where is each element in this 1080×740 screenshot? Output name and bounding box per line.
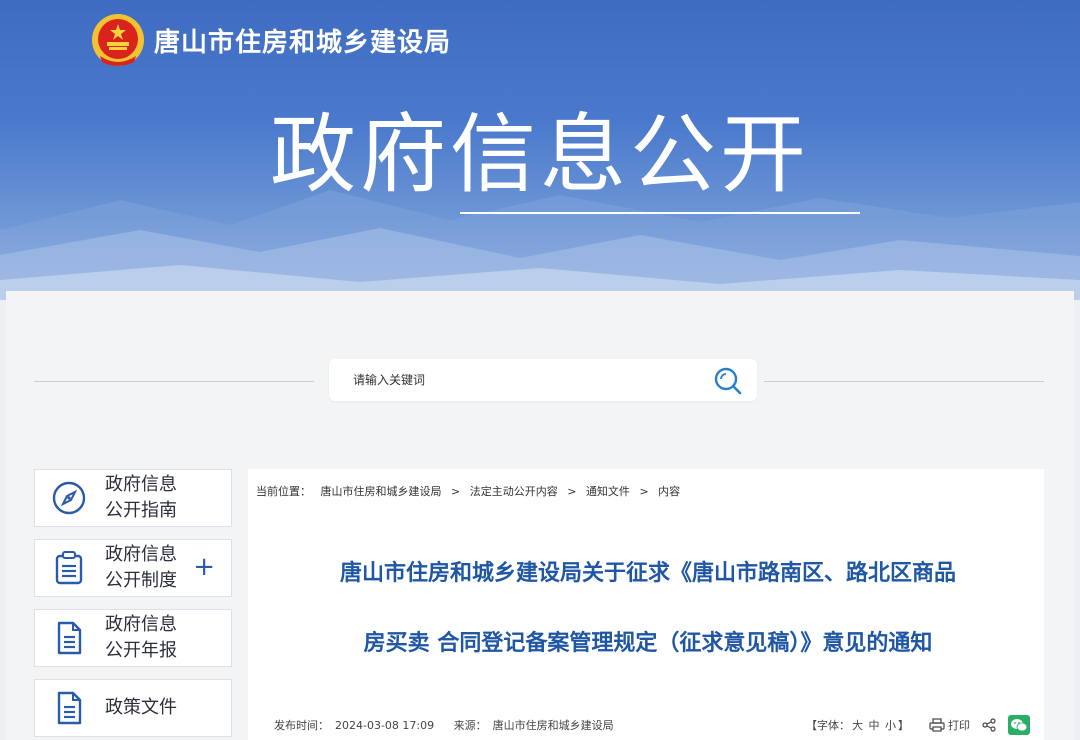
breadcrumb-separator: > xyxy=(451,485,461,498)
site-name: 唐山市住房和城乡建设局 xyxy=(154,27,452,58)
article-tools: 【字体：大 中 小】 打印 xyxy=(804,715,1030,735)
source-label: 来源： xyxy=(453,719,487,732)
publish-label: 发布时间： xyxy=(274,719,329,732)
main-content: 政府信息 公开指南 政府信息 公开制度 + xyxy=(6,291,1074,740)
sidebar-nav: 政府信息 公开指南 政府信息 公开制度 + 政府信息 公开年报 政策文件 xyxy=(34,469,232,740)
print-button[interactable]: 打印 xyxy=(929,717,970,733)
print-label: 打印 xyxy=(948,719,970,732)
sidebar-item-label: 政府信息 公开年报 xyxy=(105,614,177,661)
article-panel: 当前位置： 唐山市住房和城乡建设局 > 法定主动公开内容 > 通知文件 > 内容… xyxy=(248,469,1044,740)
breadcrumb-link[interactable]: 唐山市住房和城乡建设局 xyxy=(321,485,442,498)
publish-time: 2024-03-08 17:09 xyxy=(335,719,435,732)
search-divider-right xyxy=(764,381,1044,382)
compass-icon xyxy=(52,481,86,515)
sidebar-item-annual-report[interactable]: 政府信息 公开年报 xyxy=(34,609,232,667)
article-meta: 发布时间： 2024-03-08 17:09 来源： 唐山市住房和城乡建设局 xyxy=(274,717,620,733)
breadcrumb: 当前位置： 唐山市住房和城乡建设局 > 法定主动公开内容 > 通知文件 > 内容 xyxy=(256,483,686,499)
banner-title: 政府信息公开 xyxy=(270,105,810,205)
search-input[interactable] xyxy=(353,373,693,387)
header-banner: 唐山市住房和城乡建设局 政府信息公开 xyxy=(0,0,1080,300)
font-large-button[interactable]: 大 xyxy=(852,719,863,732)
sidebar-item-label: 政府信息 公开指南 xyxy=(105,474,177,521)
banner-underline xyxy=(460,212,860,214)
breadcrumb-link[interactable]: 通知文件 xyxy=(586,485,630,498)
wechat-icon[interactable] xyxy=(1008,715,1030,735)
national-emblem-icon xyxy=(92,14,144,66)
document-icon xyxy=(57,621,82,655)
sidebar-item-disclosure-guide[interactable]: 政府信息 公开指南 xyxy=(34,469,232,527)
search-divider-left xyxy=(34,381,314,382)
share-icon[interactable] xyxy=(982,718,996,732)
search-icon[interactable] xyxy=(713,366,743,396)
printer-icon xyxy=(929,718,945,732)
expand-plus-icon[interactable]: + xyxy=(193,552,215,582)
font-size-control: 【字体：大 中 小】 xyxy=(806,719,909,732)
font-medium-button[interactable]: 中 xyxy=(869,719,880,732)
breadcrumb-current: 内容 xyxy=(658,485,681,498)
search-box xyxy=(329,359,757,401)
document-icon xyxy=(57,691,82,725)
sidebar-item-label: 政策文件 xyxy=(105,697,177,718)
breadcrumb-link[interactable]: 法定主动公开内容 xyxy=(470,485,558,498)
sidebar-item-disclosure-system[interactable]: 政府信息 公开制度 + xyxy=(34,539,232,597)
clipboard-list-icon xyxy=(55,551,83,585)
sidebar-item-label: 政府信息 公开制度 xyxy=(105,544,177,591)
font-small-button[interactable]: 小 xyxy=(885,719,896,732)
breadcrumb-prefix: 当前位置： xyxy=(256,485,311,498)
breadcrumb-separator: > xyxy=(567,485,577,498)
sidebar-item-policy-documents[interactable]: 政策文件 xyxy=(34,679,232,737)
source-value: 唐山市住房和城乡建设局 xyxy=(492,719,614,732)
site-brand[interactable]: 唐山市住房和城乡建设局 xyxy=(90,12,451,68)
breadcrumb-separator: > xyxy=(639,485,649,498)
article-title: 唐山市住房和城乡建设局关于征求《唐山市路南区、路北区商品 房买卖 合同登记备案管… xyxy=(339,561,956,656)
